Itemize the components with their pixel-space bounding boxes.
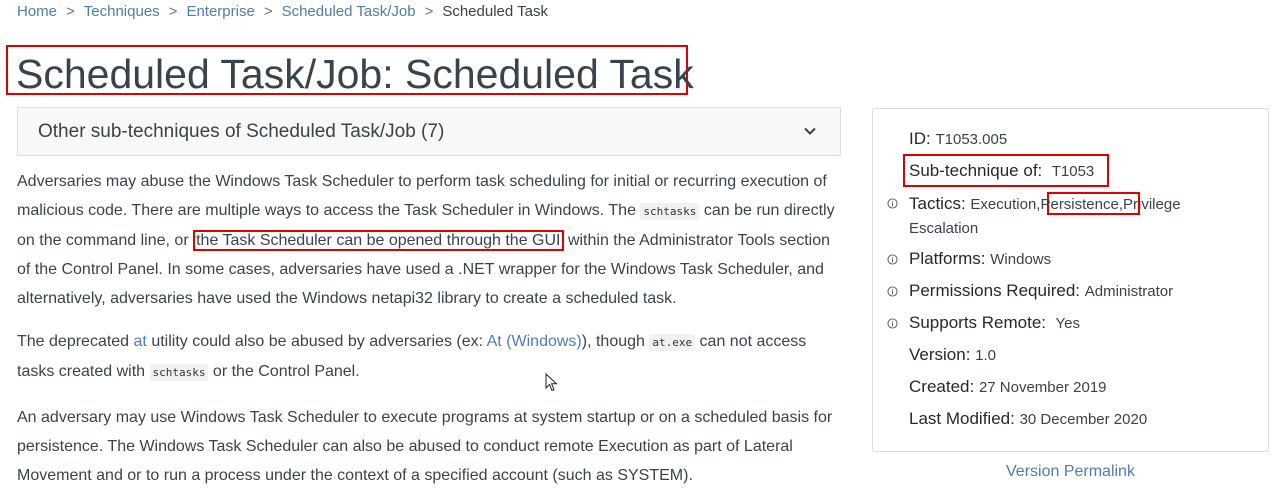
card-row-tactics: Tactics: Execution,Persistence,Privilege <box>909 194 1181 213</box>
version-permalink-link[interactable]: Version Permalink <box>1006 463 1135 481</box>
row-value: Administrator <box>1084 283 1174 300</box>
row-value: 27 November 2019 <box>978 379 1107 396</box>
row-value: T1053.005 <box>935 131 1008 148</box>
paragraph-text: The deprecated <box>17 333 134 350</box>
info-icon[interactable] <box>887 318 898 329</box>
technique-description: Adversaries may abuse the Windows Task S… <box>17 167 841 490</box>
code-schtasks: schtasks <box>640 203 700 220</box>
breadcrumb-current: Scheduled Task <box>442 3 548 20</box>
code-at-exe: at.exe <box>649 334 696 351</box>
card-row-subtechnique: Sub-technique of: T1053 <box>909 161 1094 181</box>
info-icon[interactable] <box>887 254 898 265</box>
accordion-label: Other sub-techniques of Scheduled Task/J… <box>38 121 445 142</box>
card-row-tactics-cont: Escalation <box>909 218 978 238</box>
card-row-created: Created: 27 November 2019 <box>909 377 1107 397</box>
link-privilege-escalation[interactable]: Privilege <box>1123 196 1181 213</box>
paragraph-text: or the Control Panel. <box>208 363 360 380</box>
row-label: Created: <box>909 377 975 396</box>
sub-techniques-accordion[interactable]: Other sub-techniques of Scheduled Task/J… <box>17 107 841 156</box>
description-paragraph: Adversaries may abuse the Windows Task S… <box>17 167 841 313</box>
link-persistence[interactable]: Persistence <box>1040 196 1118 213</box>
info-icon[interactable] <box>887 198 898 209</box>
row-value: Windows <box>990 251 1052 268</box>
card-row-platforms: Platforms: Windows <box>909 249 1051 269</box>
card-row-version: Version: 1.0 <box>909 345 996 365</box>
card-row-modified: Last Modified: 30 December 2020 <box>909 409 1147 429</box>
breadcrumb-home[interactable]: Home <box>17 3 57 20</box>
breadcrumb-separator: > <box>168 3 178 20</box>
mouse-cursor-icon <box>545 373 558 392</box>
row-label: Platforms: <box>909 249 986 268</box>
link-at-windows[interactable]: At (Windows) <box>487 333 582 350</box>
description-paragraph: The deprecated at utility could also be … <box>17 327 841 387</box>
row-label: Permissions Required: <box>909 281 1081 300</box>
paragraph-text: ), though <box>581 333 650 350</box>
highlighted-phrase: the Task Scheduler can be opened through… <box>193 230 564 251</box>
breadcrumb-scheduled-task-job[interactable]: Scheduled Task/Job <box>282 3 416 20</box>
breadcrumb-separator: > <box>66 3 75 20</box>
breadcrumb-separator: > <box>424 3 434 20</box>
card-row-id: ID: T1053.005 <box>909 129 1007 149</box>
link-privilege-escalation[interactable]: Escalation <box>909 220 978 237</box>
link-execution[interactable]: Execution <box>970 196 1036 213</box>
row-label: Supports Remote: <box>909 313 1047 332</box>
row-label: Tactics: <box>909 194 966 213</box>
code-schtasks: schtasks <box>149 364 209 381</box>
link-t1053[interactable]: T1053 <box>1052 163 1095 180</box>
row-label: Last Modified: <box>909 409 1015 428</box>
page-title: Scheduled Task/Job: Scheduled Task <box>16 51 694 97</box>
row-label: ID: <box>909 129 931 148</box>
row-value: Yes <box>1055 315 1080 332</box>
row-label: Sub-technique of: <box>909 161 1043 180</box>
breadcrumb-techniques[interactable]: Techniques <box>84 3 160 20</box>
row-label: Version: <box>909 345 971 364</box>
row-value: 30 December 2020 <box>1019 411 1148 428</box>
card-row-permissions: Permissions Required: Administrator <box>909 281 1173 301</box>
breadcrumb-enterprise[interactable]: Enterprise <box>186 3 254 20</box>
card-row-remote: Supports Remote: Yes <box>909 313 1080 333</box>
description-paragraph: An adversary may use Windows Task Schedu… <box>17 409 833 484</box>
link-at[interactable]: at <box>134 333 147 350</box>
row-value: 1.0 <box>975 347 997 364</box>
paragraph-text: utility could also be abused by adversar… <box>146 333 487 350</box>
chevron-down-icon[interactable] <box>802 123 818 139</box>
breadcrumb-separator: > <box>263 3 273 20</box>
info-icon[interactable] <box>887 286 898 297</box>
breadcrumb: Home > Techniques > Enterprise > Scheduled Tas… <box>17 3 548 20</box>
